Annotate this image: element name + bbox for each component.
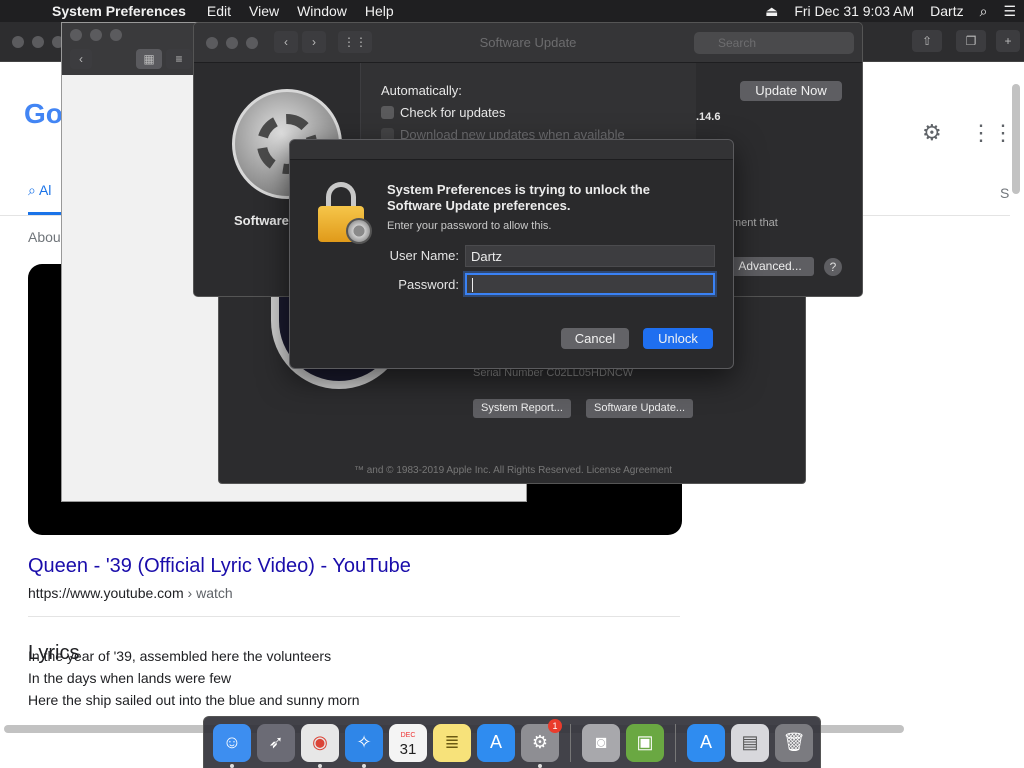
result-divider: [28, 616, 680, 617]
safari-icon[interactable]: ✧: [345, 723, 383, 768]
result-url: https://www.youtube.com › watch: [28, 585, 233, 601]
menubar-datetime[interactable]: Fri Dec 31 9:03 AM: [786, 3, 922, 19]
menu-bar: System Preferences Edit View Window Help…: [0, 0, 1024, 22]
grid-view-icon[interactable]: ▦: [136, 49, 162, 69]
dock-separator: [570, 723, 571, 762]
system-preferences-icon[interactable]: ⚙ 1: [521, 718, 562, 768]
version-text: .14.6: [696, 111, 721, 123]
update-now-button[interactable]: Update Now: [740, 81, 842, 101]
result-url-path: › watch: [187, 585, 233, 601]
tab-all[interactable]: ⌕ Al: [28, 182, 51, 199]
chrome-icon[interactable]: ◉: [301, 723, 339, 768]
search-icon[interactable]: ⌕: [972, 3, 996, 20]
auth-dialog: System Preferences is trying to unlock t…: [289, 139, 734, 369]
search-field[interactable]: Search: [694, 32, 854, 54]
software-update-button[interactable]: Software Update...: [586, 399, 694, 418]
launchpad-icon[interactable]: ➶: [257, 723, 295, 762]
menu-app-name[interactable]: System Preferences: [36, 3, 198, 19]
system-report-button[interactable]: System Report...: [473, 399, 571, 418]
menu-help[interactable]: Help: [356, 3, 403, 19]
lock-icon: [316, 182, 372, 246]
auth-dialog-header: [290, 140, 733, 160]
google-logo[interactable]: Go: [24, 98, 63, 130]
auth-title: System Preferences is trying to unlock t…: [387, 182, 650, 213]
cancel-button[interactable]: Cancel: [561, 328, 629, 349]
app-store-downloads-icon[interactable]: A: [687, 723, 725, 762]
image-capture-icon[interactable]: ◙: [582, 723, 620, 762]
results-about: Abou: [28, 229, 61, 245]
copyright-text: ™ and © 1983-2019 Apple Inc. All Rights …: [353, 465, 673, 476]
preferences-badge-icon: [346, 218, 372, 244]
dock-separator: [675, 723, 676, 762]
trash-icon[interactable]: 🗑: [775, 723, 813, 762]
finder-icon[interactable]: ☺: [213, 723, 251, 768]
minimize-icon[interactable]: [90, 29, 102, 41]
su-title-bar: ‹ › ⋮⋮ Software Update Search: [194, 23, 862, 63]
password-label: Password:: [398, 277, 459, 292]
tabs-icon[interactable]: ❐: [956, 30, 986, 52]
unlock-button[interactable]: Unlock: [643, 328, 713, 349]
app-store-icon[interactable]: A: [477, 723, 515, 762]
menu-view[interactable]: View: [240, 3, 288, 19]
menubar-user[interactable]: Dartz: [922, 3, 971, 19]
lyric-line: In the days when lands were few: [28, 670, 232, 686]
minimize-icon[interactable]: [32, 36, 44, 48]
advanced-button[interactable]: Advanced...: [726, 257, 814, 276]
lyric-line: Here the ship sailed out into the blue a…: [28, 692, 360, 708]
eject-icon[interactable]: ⏏: [757, 3, 786, 20]
tab-all-label: Al: [38, 182, 52, 198]
share-icon[interactable]: ⇧: [912, 30, 942, 52]
notification-badge: 1: [548, 718, 562, 733]
list-icon[interactable]: ☰: [995, 3, 1024, 20]
running-indicator: [538, 763, 542, 768]
result-url-domain: https://www.youtube.com: [28, 585, 184, 601]
close-icon[interactable]: [12, 36, 24, 48]
menubar-status-area: ⏏ Fri Dec 31 9:03 AM Dartz ⌕ ☰: [757, 0, 1024, 22]
auth-subtitle: Enter your password to allow this.: [387, 220, 552, 232]
result-title-link[interactable]: Queen - '39 (Official Lyric Video) - You…: [28, 555, 411, 578]
su-sidebar-label: Software: [234, 213, 289, 228]
check-updates-label: Check for updates: [400, 105, 506, 120]
search-placeholder: Search: [718, 36, 757, 50]
documents-icon[interactable]: ▤: [731, 723, 769, 762]
check-updates-row[interactable]: Check for updates: [381, 105, 506, 120]
menu-edit[interactable]: Edit: [198, 3, 240, 19]
minecraft-icon[interactable]: ▣: [626, 723, 664, 762]
running-indicator: [230, 763, 234, 768]
calendar-icon[interactable]: DEC 31: [389, 723, 427, 762]
running-indicator: [318, 763, 322, 768]
apps-grid-icon[interactable]: ⋮⋮: [970, 120, 1014, 146]
dock: ☺ ➶ ◉ ✧ DEC 31 ≣ A ⚙ 1 ◙ ▣ A ▤ 🗑: [203, 716, 821, 768]
new-tab-icon[interactable]: +: [996, 30, 1020, 52]
menu-window[interactable]: Window: [288, 3, 356, 19]
vertical-scrollbar[interactable]: [1012, 84, 1020, 194]
notes-icon[interactable]: ≣: [433, 723, 471, 762]
zoom-icon[interactable]: [110, 29, 122, 41]
auto-label: Automatically:: [381, 83, 462, 98]
tab-partial[interactable]: S: [1000, 185, 1009, 201]
help-icon[interactable]: ?: [824, 258, 842, 276]
password-field[interactable]: [465, 273, 715, 295]
calendar-day: 31: [399, 740, 417, 758]
check-updates-checkbox[interactable]: [381, 106, 394, 119]
list-view-icon[interactable]: ≡: [166, 49, 192, 69]
close-icon[interactable]: [70, 29, 82, 41]
search-icon: ⌕: [28, 182, 39, 198]
lyric-line: In the year of '39, assembled here the v…: [28, 648, 332, 664]
settings-gear-icon[interactable]: ⚙: [922, 120, 942, 146]
running-indicator: [362, 763, 366, 768]
username-label: User Name:: [389, 248, 459, 263]
license-text-partial: ment that: [732, 217, 778, 229]
username-field[interactable]: Dartz: [465, 245, 715, 267]
back-icon[interactable]: ‹: [70, 49, 92, 69]
text-caret: [472, 277, 473, 292]
